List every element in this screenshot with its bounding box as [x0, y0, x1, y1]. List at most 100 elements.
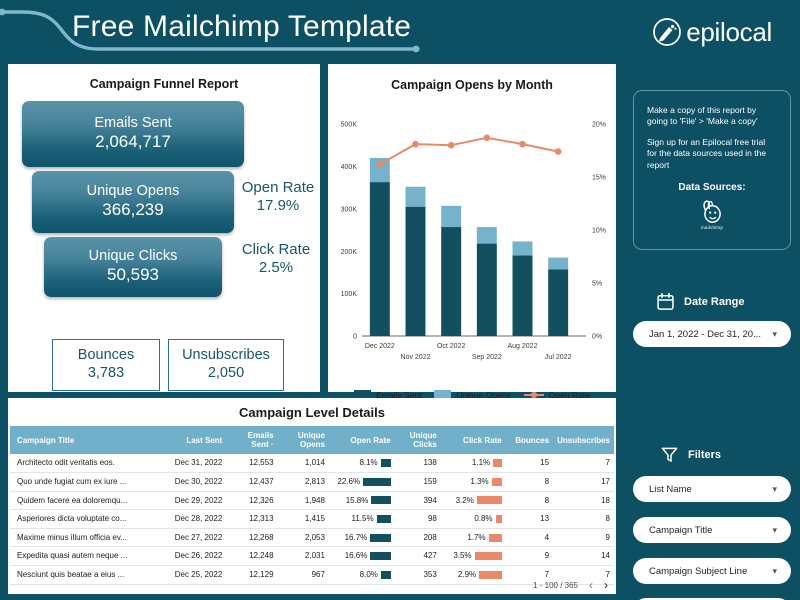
funnel-chart: Emails Sent 2,064,717 Unique Opens 366,2…: [8, 91, 320, 391]
cell-campaign-title: Asperiores dicta voluptate co...: [10, 509, 152, 529]
funnel-stage-emails-sent[interactable]: Emails Sent 2,064,717: [22, 101, 244, 167]
cell-unique-clicks: 208: [394, 528, 441, 548]
cell-unsubscribes: 8: [553, 509, 614, 529]
filters-label: Filters: [688, 448, 722, 461]
filters-heading: Filters: [660, 445, 721, 464]
cell-emails-sent: 12,326: [226, 491, 278, 511]
open-rate-annotation: Open Rate 17.9%: [236, 179, 320, 214]
svg-text:5%: 5%: [592, 281, 602, 288]
table-column-header[interactable]: Bounces: [505, 426, 554, 455]
rate-bar-indicator: [371, 496, 391, 505]
opens-by-month-chart: 0 100K 200K 300K 400K 500K 0% 5% 10% 15% 20% Dec 20…: [341, 122, 606, 361]
cell-open-rate: 16.6%: [328, 546, 395, 566]
chevron-down-icon: ▾: [772, 483, 777, 494]
info-line-1: Make a copy of this report by going to '…: [647, 105, 758, 127]
pagination-range: 1 - 100 / 365: [533, 580, 578, 590]
calendar-icon: [657, 292, 674, 310]
filter-dropdown-campaign-subject-line[interactable]: Campaign Subject Line ▾: [633, 558, 791, 584]
cell-open-rate: 8.1%: [328, 454, 395, 473]
cell-unique-opens: 967: [277, 565, 329, 585]
funnel-stage-label: Emails Sent: [94, 115, 172, 132]
rate-value: 16.6%: [344, 551, 368, 561]
table-column-header[interactable]: Unsubscribes: [553, 426, 614, 455]
prev-page-button[interactable]: ‹: [589, 579, 593, 591]
table-column-header[interactable]: Last Sent: [151, 426, 227, 455]
date-range-value: Jan 1, 2022 - Dec 31, 20...: [649, 328, 761, 340]
cell-emails-sent: 12,248: [226, 546, 278, 566]
stat-box-bounces[interactable]: Bounces 3,783: [52, 339, 160, 391]
chevron-down-icon: ▾: [772, 524, 777, 535]
table-pagination: 1 - 100 / 365 ‹ ›: [533, 579, 608, 591]
table-column-header[interactable]: Unique Opens: [277, 426, 329, 455]
cell-unsubscribes: 9: [553, 528, 614, 548]
stat-value: 3,783: [87, 365, 125, 382]
click-rate-annotation: Click Rate 2.5%: [232, 241, 320, 276]
dashboard-root: Free Mailchimp Template epilocal Campaig…: [0, 0, 800, 600]
cell-unique-clicks: 159: [394, 472, 441, 492]
table-column-header[interactable]: Emails Sent ·: [226, 426, 278, 455]
epilocal-logo-icon: [653, 18, 682, 46]
table-header-row: Campaign Title Last Sent Emails Sent · Uniqu…: [10, 426, 614, 455]
cell-last-sent: Dec 28, 2022: [151, 509, 227, 529]
cell-unique-opens: 1,415: [277, 509, 329, 529]
funnel-stage-unique-opens[interactable]: Unique Opens 366,239: [32, 171, 234, 233]
info-box: Make a copy of this report by going to '…: [633, 90, 791, 250]
table-row[interactable]: Asperiores dicta voluptate co... Dec 28, …: [10, 509, 614, 529]
table-row[interactable]: Quo unde fugiat cum ex iure ... Dec 30, 2…: [10, 472, 614, 492]
table-body: Architecto odit veritatis eos. Dec 31, 20…: [10, 454, 614, 585]
rate-value: 8.1%: [359, 458, 378, 468]
table-row[interactable]: Maxime minus illum officia ev... Dec 27, …: [10, 528, 614, 548]
cell-last-sent: Dec 25, 2022: [151, 565, 227, 585]
rate-bar-indicator: [376, 514, 391, 523]
mailchimp-icon: [703, 200, 721, 224]
cell-click-rate: 2.9%: [440, 565, 506, 585]
table-column-header[interactable]: Open Rate: [328, 426, 395, 455]
filter-label: Campaign Subject Line: [649, 565, 748, 577]
info-line-2: Sign up for an Epilocal free trial for t…: [647, 136, 767, 170]
table-row[interactable]: Nesciunt quis beatae a eius ... Dec 25, 2…: [10, 565, 614, 585]
svg-text:Nov 2022: Nov 2022: [401, 354, 431, 361]
table-row[interactable]: Architecto odit veritatis eos. Dec 31, 20…: [10, 454, 614, 473]
cell-unique-opens: 2,053: [277, 528, 329, 548]
cell-unique-clicks: 98: [394, 509, 441, 529]
table-column-header[interactable]: Campaign Title: [10, 426, 152, 455]
funnel-stage-unique-clicks[interactable]: Unique Clicks 50,593: [44, 237, 222, 297]
cell-emails-sent: 12,313: [226, 509, 278, 529]
table-column-header[interactable]: Click Rate: [440, 426, 506, 455]
svg-text:20%: 20%: [592, 122, 606, 129]
next-page-button[interactable]: ›: [604, 579, 608, 591]
rate-value: 8.0%: [359, 569, 378, 579]
cell-unique-opens: 2,813: [277, 472, 329, 492]
stat-box-unsubscribes[interactable]: Unsubscribes 2,050: [168, 339, 284, 391]
stat-value: 2,050: [207, 365, 245, 382]
rate-bar-indicator: [363, 477, 391, 486]
rate-bar-indicator: [479, 570, 502, 579]
rate-value: 11.5%: [351, 514, 374, 524]
funnel-stage-label: Unique Opens: [86, 183, 180, 200]
cell-last-sent: Dec 31, 2022: [151, 454, 227, 473]
date-range-dropdown[interactable]: Jan 1, 2022 - Dec 31, 20... ▾: [633, 321, 791, 347]
cell-click-rate: 1.3%: [440, 472, 506, 492]
cell-last-sent: Dec 29, 2022: [151, 491, 227, 511]
svg-text:400K: 400K: [341, 164, 358, 171]
filter-dropdown-campaign-title[interactable]: Campaign Title ▾: [633, 517, 791, 543]
svg-text:Dec 2022: Dec 2022: [365, 343, 395, 350]
rate-value: 1.7%: [467, 532, 486, 542]
cell-emails-sent: 12,437: [226, 472, 278, 492]
table-row[interactable]: Quidem facere ea doloremqu... Dec 29, 202…: [10, 491, 614, 511]
svg-text:Aug 2022: Aug 2022: [508, 343, 538, 350]
cell-campaign-title: Maxime minus illum officia ev...: [10, 528, 152, 548]
table-row[interactable]: Expedita quasi autem neque ... Dec 26, 20…: [10, 546, 614, 566]
cell-unique-opens: 2,031: [277, 546, 329, 566]
cell-open-rate: 15.8%: [328, 491, 395, 511]
table-column-header[interactable]: Unique Clicks: [394, 426, 441, 455]
filter-dropdown-list-name[interactable]: List Name ▾: [633, 476, 791, 502]
data-sources-title: Data Sources:: [678, 182, 746, 194]
cell-open-rate: 22.6%: [328, 472, 395, 492]
mailchimp-caption: mailchimp: [700, 225, 724, 231]
campaign-details-table: Campaign Title Last Sent Emails Sent · Uniqu…: [10, 426, 614, 585]
svg-text:10%: 10%: [592, 228, 606, 235]
cell-unique-clicks: 138: [394, 454, 441, 473]
cell-unique-opens: 1,014: [277, 454, 329, 473]
rate-value: 15.8%: [345, 495, 369, 505]
